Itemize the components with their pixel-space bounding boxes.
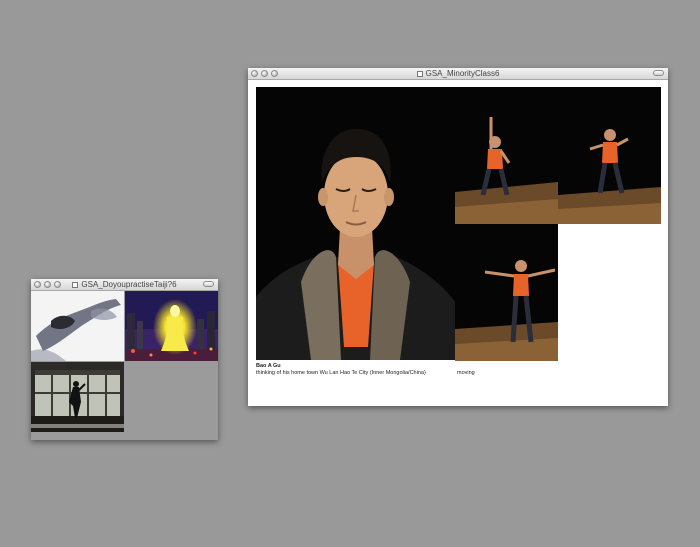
document-icon bbox=[72, 281, 79, 288]
taiji-window-titlebar[interactable]: GSA_DoyoupractiseTaiji?6 bbox=[31, 279, 218, 291]
document-icon bbox=[416, 70, 423, 77]
window-title: GSA_DoyoupractiseTaiji?6 bbox=[81, 280, 177, 289]
zoom-button[interactable] bbox=[271, 70, 278, 77]
close-button[interactable] bbox=[34, 281, 41, 288]
window-title: GSA_MinorityClass6 bbox=[425, 69, 500, 78]
toolbar-toggle-button[interactable] bbox=[203, 281, 214, 287]
photo-taiji-splash bbox=[31, 291, 124, 361]
zoom-button[interactable] bbox=[54, 281, 61, 288]
photo-portrait-bao-a-gu bbox=[256, 87, 455, 360]
photo-dance-2 bbox=[558, 87, 661, 224]
caption-name: Bao A Gu bbox=[256, 363, 281, 370]
toolbar-toggle-button[interactable] bbox=[653, 70, 664, 76]
minority-window-titlebar[interactable]: GSA_MinorityClass6 bbox=[248, 68, 668, 80]
photo-dance-1 bbox=[455, 87, 558, 224]
caption-description: thinking of his home town Wu Lan Hao Te … bbox=[256, 370, 426, 376]
photo-taiji-window-room bbox=[31, 362, 124, 432]
window-controls bbox=[251, 70, 278, 77]
window-controls bbox=[34, 281, 61, 288]
photo-taiji-night-city bbox=[125, 291, 218, 361]
minimize-button[interactable] bbox=[44, 281, 51, 288]
minimize-button[interactable] bbox=[261, 70, 268, 77]
caption-name-text: Bao A Gu bbox=[256, 363, 281, 369]
taiji-window: GSA_DoyoupractiseTaiji?6 bbox=[31, 279, 218, 440]
caption-secondary: moving bbox=[457, 370, 475, 376]
photo-dance-3 bbox=[455, 224, 558, 361]
minority-class-window: GSA_MinorityClass6 Bao A Gu thinking of … bbox=[248, 68, 668, 406]
close-button[interactable] bbox=[251, 70, 258, 77]
